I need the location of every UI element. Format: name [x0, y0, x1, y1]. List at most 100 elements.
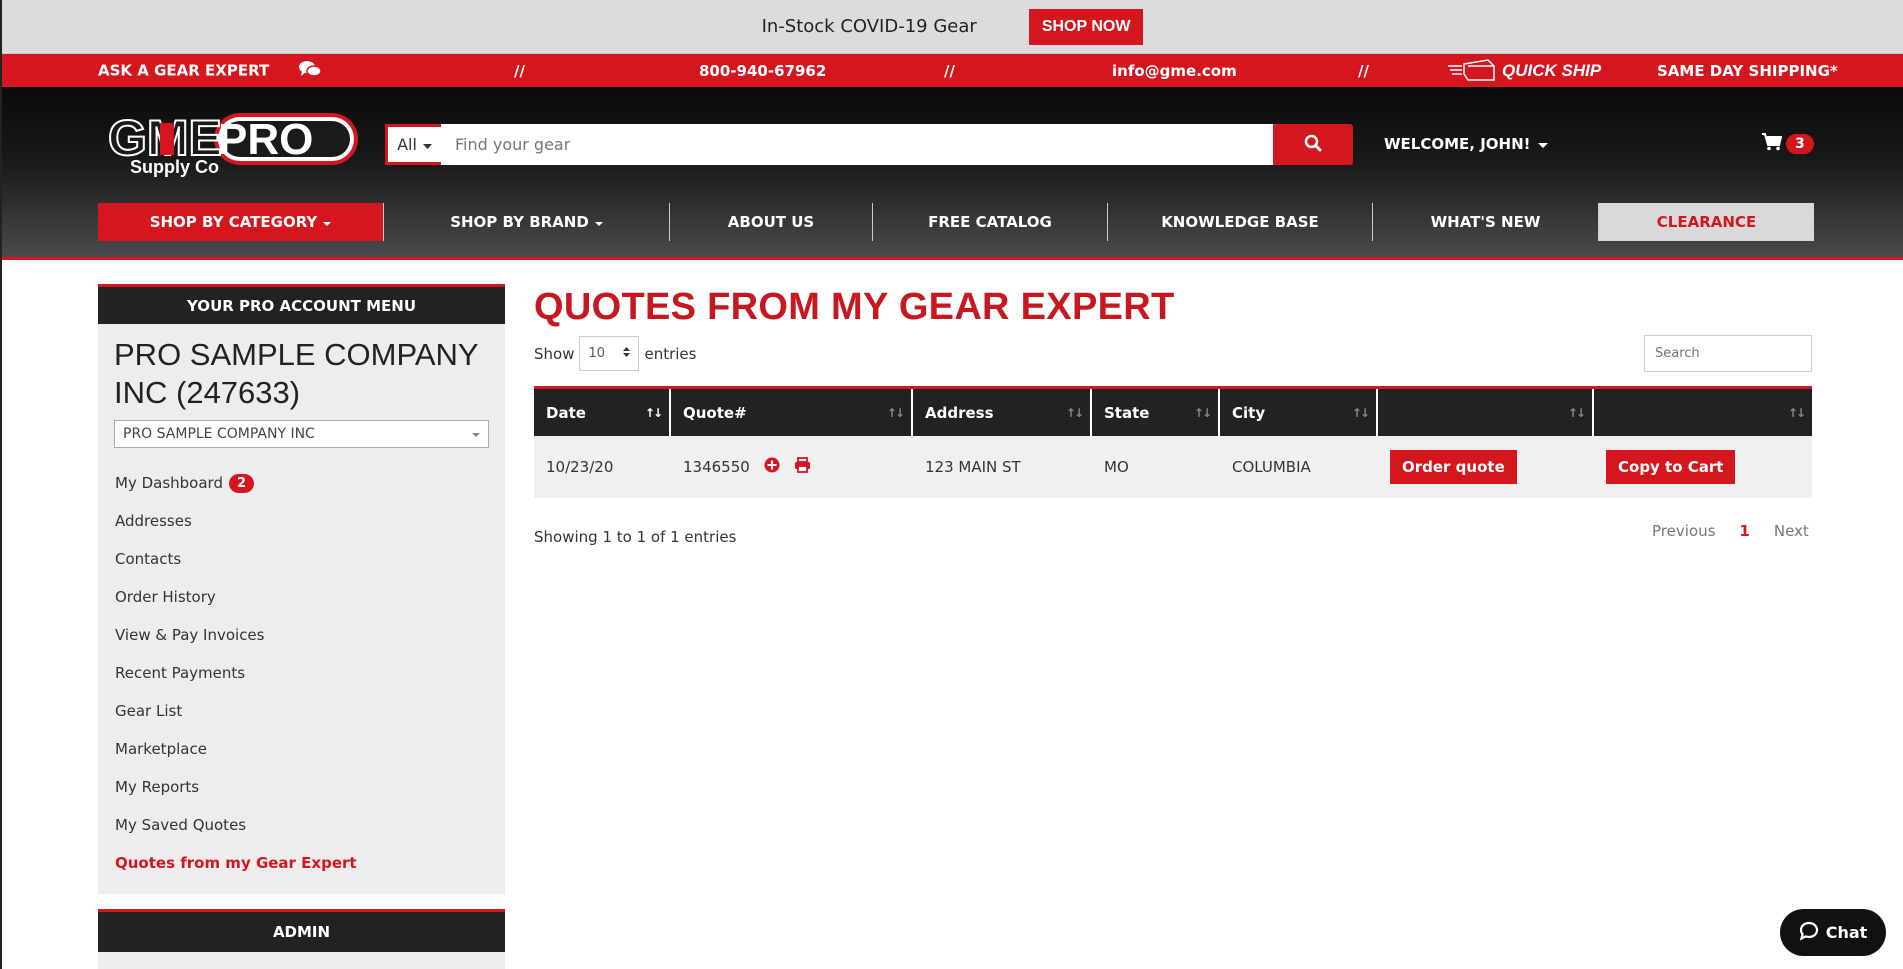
page-size-select[interactable]: 10 — [579, 336, 640, 371]
nav-label: ABOUT US — [727, 213, 815, 231]
sidebar-item-addresses[interactable]: Addresses — [98, 502, 505, 540]
same-day-shipping[interactable]: SAME DAY SHIPPING* — [1657, 62, 1838, 80]
company-name-line: PRO SAMPLE COMPANY — [114, 337, 479, 372]
sidebar-item-label: Contacts — [115, 550, 182, 568]
nav-shop-by-category[interactable]: SHOP BY CATEGORY — [98, 203, 384, 241]
promo-bar: In-Stock COVID-19 Gear SHOP NOW — [2, 0, 1903, 54]
cell-city: COLUMBIA — [1232, 458, 1311, 476]
sidebar-item-expert-quotes[interactable]: Quotes from my Gear Expert — [98, 844, 505, 882]
entries-label: entries — [644, 344, 697, 363]
column-label: Address — [925, 403, 994, 422]
account-sidebar: YOUR PRO ACCOUNT MENU PRO SAMPLE COMPANY… — [98, 284, 505, 894]
table-row: 10/23/20 1346550 123 MAIN ST MO COLUMBIA… — [534, 436, 1812, 498]
sidebar-item-gear-list[interactable]: Gear List — [98, 692, 505, 730]
order-quote-button[interactable]: Order quote — [1390, 450, 1517, 484]
phone-link[interactable]: 800-940-67962 — [699, 62, 826, 80]
column-header-copy[interactable]: ↑↓ — [1594, 389, 1812, 436]
separator: // — [944, 61, 955, 80]
sort-icon: ↑↓ — [886, 405, 905, 420]
caret-down-icon — [594, 213, 603, 231]
caret-down-icon — [1538, 135, 1549, 153]
ask-expert-link[interactable]: ASK A GEAR EXPERT — [98, 60, 323, 82]
site-header: GME PRO Supply Co All WELCOME, JOHN! — [2, 87, 1903, 260]
print-icon[interactable] — [794, 457, 811, 477]
notification-badge: 2 — [228, 473, 255, 493]
company-select[interactable]: PRO SAMPLE COMPANY INC — [114, 420, 489, 448]
plus-circle-icon[interactable] — [764, 457, 780, 477]
email-link[interactable]: info@gme.com — [1112, 62, 1237, 80]
account-menu[interactable]: WELCOME, JOHN! — [1384, 135, 1549, 153]
nav-whats-new[interactable]: WHAT'S NEW — [1373, 203, 1599, 241]
table-search-input[interactable] — [1644, 335, 1812, 372]
info-bar: ASK A GEAR EXPERT // 800-940-67962 // in… — [2, 54, 1903, 87]
promo-text: In-Stock COVID-19 Gear — [761, 16, 977, 37]
nav-label: FREE CATALOG — [928, 213, 1052, 231]
svg-text:PRO: PRO — [218, 115, 313, 164]
main-nav: SHOP BY CATEGORY SHOP BY BRAND ABOUT US … — [98, 203, 1814, 241]
nav-label: KNOWLEDGE BASE — [1161, 213, 1319, 231]
pagination-previous[interactable]: Previous — [1652, 522, 1715, 540]
shopping-cart-icon — [1762, 133, 1783, 155]
column-header-state[interactable]: State ↑↓ — [1092, 389, 1220, 436]
column-header-city[interactable]: City ↑↓ — [1220, 389, 1378, 436]
cell-quote: 1346550 — [671, 436, 913, 498]
column-header-order[interactable]: ↑↓ — [1378, 389, 1594, 436]
column-label: State — [1104, 403, 1150, 422]
show-label: Show — [534, 344, 575, 363]
sort-icon: ↑↓ — [1351, 405, 1370, 420]
chat-label: Chat — [1825, 923, 1868, 942]
sidebar-item-contacts[interactable]: Contacts — [98, 540, 505, 578]
account-menu-list: My Dashboard 2 Addresses Contacts Order … — [98, 464, 505, 882]
column-header-date[interactable]: Date ↑↓ — [534, 389, 671, 436]
search-input[interactable] — [441, 124, 1273, 165]
search-scope-label: All — [397, 135, 417, 154]
cell-state: MO — [1104, 458, 1129, 476]
sort-icon: ↑↓ — [644, 405, 663, 420]
sidebar-heading: YOUR PRO ACCOUNT MENU — [98, 284, 505, 324]
separator: // — [514, 61, 525, 80]
copy-to-cart-button[interactable]: Copy to Cart — [1606, 450, 1736, 484]
nav-shop-by-brand[interactable]: SHOP BY BRAND — [384, 203, 670, 241]
caret-down-icon — [472, 426, 480, 442]
sidebar-item-marketplace[interactable]: Marketplace — [98, 730, 505, 768]
nav-free-catalog[interactable]: FREE CATALOG — [873, 203, 1108, 241]
chat-bubbles-icon — [298, 60, 323, 82]
quotes-table: Date ↑↓ Quote# ↑↓ Address ↑↓ State ↑↓ Ci… — [534, 386, 1812, 498]
sidebar-item-invoices[interactable]: View & Pay Invoices — [98, 616, 505, 654]
sidebar-item-label: Order History — [115, 588, 216, 606]
nav-label: SHOP BY BRAND — [450, 213, 589, 231]
column-header-address[interactable]: Address ↑↓ — [913, 389, 1092, 436]
quick-ship-badge[interactable]: QUICK SHIP — [1448, 56, 1601, 86]
sidebar-item-saved-quotes[interactable]: My Saved Quotes — [98, 806, 505, 844]
search-scope-dropdown[interactable]: All — [385, 124, 441, 165]
sidebar-item-recent-payments[interactable]: Recent Payments — [98, 654, 505, 692]
shipping-box-icon — [1448, 56, 1498, 86]
sidebar-item-dashboard[interactable]: My Dashboard 2 — [98, 464, 505, 502]
nav-about-us[interactable]: ABOUT US — [670, 203, 873, 241]
sort-icon: ↑↓ — [1567, 405, 1586, 420]
separator: // — [1358, 61, 1369, 80]
nav-knowledge-base[interactable]: KNOWLEDGE BASE — [1108, 203, 1373, 241]
column-label: Quote# — [683, 403, 747, 422]
nav-clearance[interactable]: CLEARANCE — [1599, 203, 1814, 241]
gme-pro-logo[interactable]: GME PRO Supply Co — [104, 109, 360, 177]
nav-label: SHOP BY CATEGORY — [149, 213, 318, 231]
sidebar-item-label: Addresses — [115, 512, 192, 530]
chat-button[interactable]: Chat — [1780, 909, 1886, 956]
pagination-current-page[interactable]: 1 — [1739, 522, 1749, 540]
caret-down-icon — [422, 135, 432, 154]
search-button[interactable] — [1273, 124, 1353, 165]
cart-button[interactable]: 3 — [1762, 133, 1814, 155]
page-size-value: 10 — [588, 346, 606, 361]
company-name: PRO SAMPLE COMPANY INC (247633) — [98, 324, 505, 412]
shop-now-button[interactable]: SHOP NOW — [1028, 8, 1144, 45]
company-name-line: INC (247633) — [114, 375, 301, 410]
sidebar-item-reports[interactable]: My Reports — [98, 768, 505, 806]
column-header-quote[interactable]: Quote# ↑↓ — [671, 389, 913, 436]
chat-bubble-icon — [1799, 921, 1819, 945]
caret-down-icon — [323, 213, 332, 231]
pagination-next[interactable]: Next — [1774, 522, 1809, 540]
sidebar-item-label: My Dashboard — [115, 474, 223, 492]
sidebar-item-order-history[interactable]: Order History — [98, 578, 505, 616]
company-select-value: PRO SAMPLE COMPANY INC — [123, 426, 315, 442]
